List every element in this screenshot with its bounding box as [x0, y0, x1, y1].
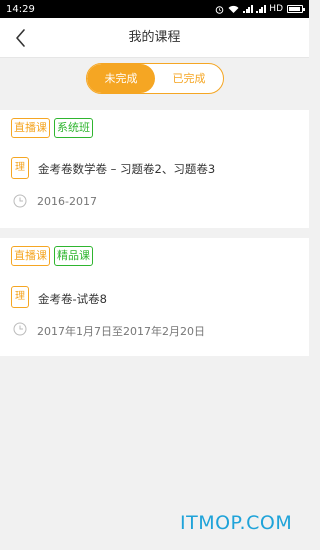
tab-incomplete[interactable]: 未完成 — [87, 64, 155, 93]
tag-course-type: 系统班 — [54, 118, 93, 138]
clock-icon — [13, 194, 27, 208]
subject-badge: 理 — [11, 286, 29, 308]
course-date: 2016-2017 — [37, 195, 97, 208]
course-tags: 直播课 系统班 — [11, 118, 93, 138]
course-card[interactable]: 直播课 系统班 理 金考卷数学卷 – 习题卷2、习题卷3 2016-2017 — [0, 110, 309, 228]
subject-badge: 理 — [11, 157, 29, 179]
watermark: ITMOP.COM — [180, 512, 293, 534]
course-title: 金考卷-试卷8 — [38, 292, 107, 306]
tab-bar: 未完成 已完成 — [0, 58, 309, 102]
page-title: 我的课程 — [128, 30, 181, 45]
wifi-icon — [228, 5, 239, 13]
tag-live: 直播课 — [11, 118, 50, 138]
course-date: 2017年1月7日至2017年2月20日 — [37, 325, 205, 338]
status-icons: HD — [215, 4, 305, 14]
battery-icon — [287, 5, 305, 13]
navigation-bar: 我的课程 — [0, 18, 309, 58]
course-title: 金考卷数学卷 – 习题卷2、习题卷3 — [38, 162, 216, 176]
tag-live: 直播课 — [11, 246, 50, 266]
alarm-icon — [215, 5, 224, 14]
signal-icon — [243, 5, 253, 13]
signal-icon — [256, 5, 266, 13]
tab-completed[interactable]: 已完成 — [155, 64, 223, 93]
tag-course-type: 精品课 — [54, 246, 93, 266]
status-bar: 14:29 HD — [0, 0, 309, 18]
course-tags: 直播课 精品课 — [11, 246, 93, 266]
status-time: 14:29 — [6, 3, 35, 15]
clock-icon — [13, 322, 27, 336]
network-label: HD — [269, 4, 283, 14]
course-card[interactable]: 直播课 精品课 理 金考卷-试卷8 2017年1月7日至2017年2月20日 — [0, 238, 309, 356]
segmented-control: 未完成 已完成 — [86, 63, 224, 94]
